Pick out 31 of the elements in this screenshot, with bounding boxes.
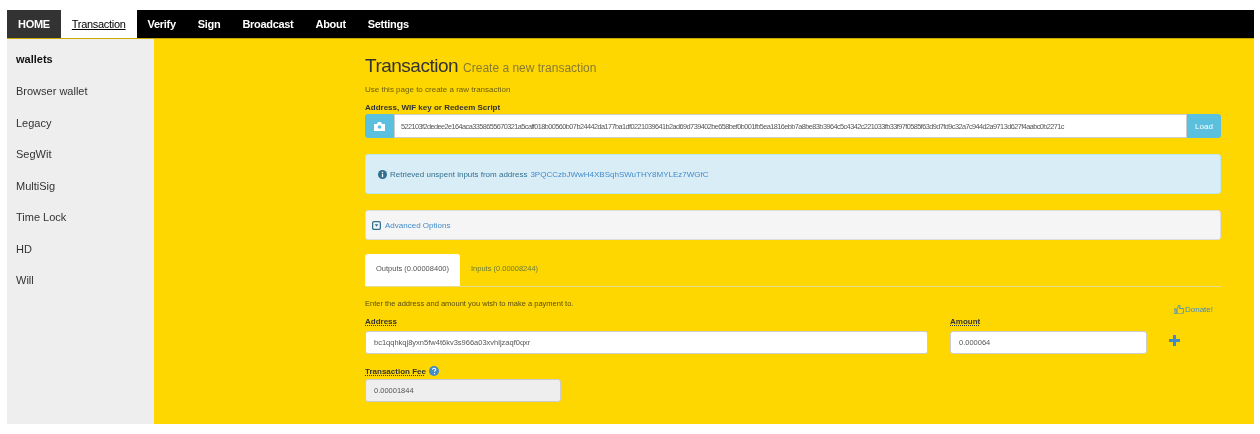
page-title: Transaction <box>365 55 459 77</box>
nav-link[interactable]: Verify <box>136 10 187 38</box>
nav-link[interactable]: Transaction <box>60 10 137 38</box>
sidebar-item[interactable]: Legacy <box>16 116 145 148</box>
sidebar-item[interactable]: Browser wallet <box>16 85 145 117</box>
camera-icon <box>374 121 385 131</box>
sidebar-item[interactable]: MultiSig <box>16 179 145 211</box>
info-icon <box>378 169 387 179</box>
fee-label: Transaction Fee <box>365 366 426 376</box>
nav-link[interactable]: Broadcast <box>231 10 305 38</box>
sidebar-item[interactable]: Will <box>16 274 145 306</box>
nav-link[interactable]: Settings <box>356 10 420 38</box>
address-label: Address <box>365 317 397 326</box>
toggle-icon[interactable] <box>372 220 381 230</box>
sidebar-heading: wallets <box>16 53 54 67</box>
nav-link[interactable]: Sign <box>186 10 232 38</box>
page-subtitle: Create a new transaction <box>463 61 597 75</box>
amount-label: Amount <box>950 317 981 326</box>
advanced-options-link[interactable]: Advanced Options <box>385 220 451 230</box>
thumbs-up-icon <box>1173 305 1184 314</box>
sidebar-item[interactable]: HD <box>16 242 145 274</box>
nav-link[interactable]: HOME <box>7 10 61 38</box>
nav-link[interactable]: About <box>304 10 357 38</box>
add-icon[interactable] <box>1169 335 1180 346</box>
page-description: Use this page to create a raw transaction <box>365 85 512 94</box>
sidebar-item[interactable]: SegWit <box>16 148 145 180</box>
field-label: Address, WIF key or Redeem Script <box>365 103 502 112</box>
sidebar-item[interactable]: Time Lock <box>16 211 145 243</box>
camera-button[interactable] <box>365 114 394 138</box>
help-icon[interactable] <box>428 366 439 376</box>
alert-text: Retrieved unspent inputs from address <box>390 169 528 179</box>
